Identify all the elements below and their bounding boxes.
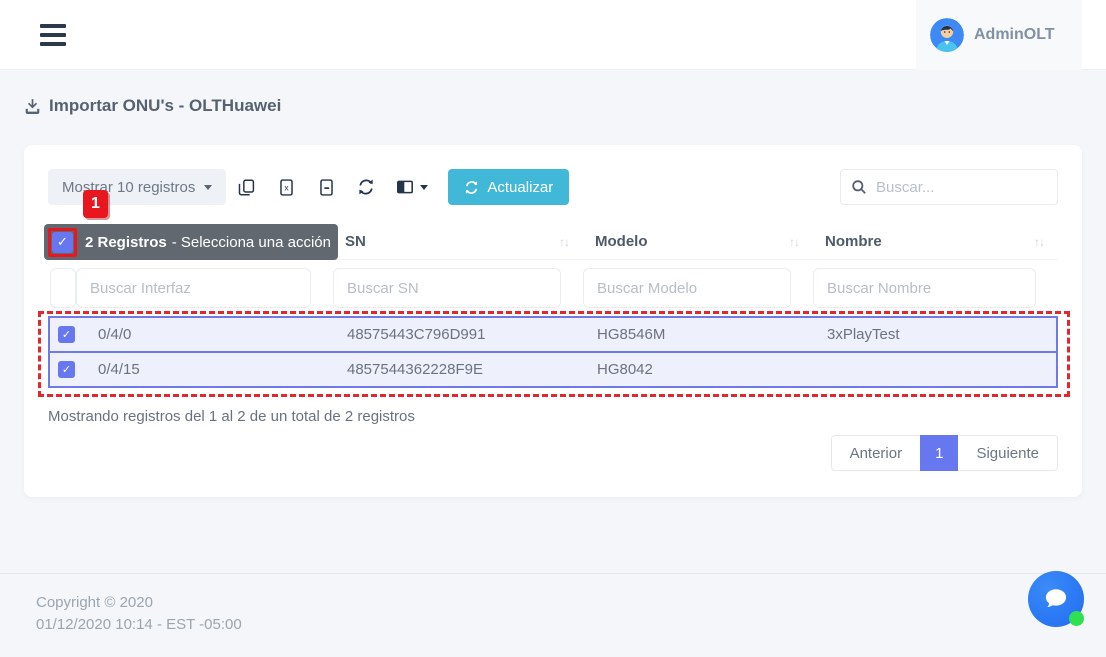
row-checkbox[interactable]: ✓ xyxy=(58,361,75,378)
global-search-input[interactable] xyxy=(876,179,1047,196)
cell-nombre: 3xPlayTest xyxy=(815,326,1060,343)
bulk-action-dropdown[interactable]: ✓ 2 Registros - Selecciona una acción xyxy=(44,224,338,260)
page-title: Importar ONU's - OLTHuawei xyxy=(49,96,281,116)
footer-copyright: Copyright © 2020 xyxy=(36,592,1106,614)
checkbox-column-filter xyxy=(50,268,76,308)
filter-modelo-input[interactable] xyxy=(583,268,791,308)
column-header-label: Nombre xyxy=(825,233,882,250)
avatar xyxy=(930,18,964,52)
show-entries-dropdown[interactable]: Mostrar 10 registros xyxy=(48,169,226,205)
online-status-dot xyxy=(1069,611,1084,626)
cell-interfaz: 0/4/0 xyxy=(78,326,335,343)
chevron-down-icon xyxy=(420,185,428,190)
annotation-step-badge: 1 xyxy=(83,190,108,218)
refresh-icon xyxy=(464,180,479,195)
excel-export-icon[interactable]: x xyxy=(266,169,306,205)
footer: Copyright © 2020 01/12/2020 10:14 - EST … xyxy=(0,573,1106,636)
sort-icon[interactable]: ↑↓ xyxy=(1034,235,1044,249)
search-icon xyxy=(851,179,867,195)
actualizar-button[interactable]: Actualizar xyxy=(448,169,569,205)
pagination-previous-button[interactable]: Anterior xyxy=(831,435,921,471)
chevron-down-icon xyxy=(204,185,212,190)
cell-interfaz: 0/4/15 xyxy=(78,361,335,378)
select-all-checkbox[interactable]: ✓ xyxy=(52,232,73,253)
selected-count-label: 2 Registros xyxy=(85,234,167,251)
toolbar-left-group: Mostrar 10 registros x xyxy=(48,169,569,205)
chat-widget-button[interactable] xyxy=(1028,571,1084,627)
filter-nombre-input[interactable] xyxy=(813,268,1036,308)
row-checkbox[interactable]: ✓ xyxy=(58,326,75,343)
refresh-icon[interactable] xyxy=(346,169,386,205)
top-bar: AdminOLT xyxy=(0,0,1106,70)
sort-icon[interactable]: ↑↓ xyxy=(559,235,569,249)
filter-interfaz-input[interactable] xyxy=(76,268,311,308)
cell-modelo: HG8546M xyxy=(585,326,815,343)
chat-bubble-icon xyxy=(1041,584,1071,614)
table-row[interactable]: ✓ 0/4/0 48575443C796D991 HG8546M 3xPlayT… xyxy=(48,316,1058,353)
import-download-icon xyxy=(24,98,41,115)
cell-modelo: HG8042 xyxy=(585,361,815,378)
filter-sn-input[interactable] xyxy=(333,268,561,308)
column-header-sn[interactable]: SN ↑↓ xyxy=(333,233,583,250)
onu-table: SN ↑↓ Modelo ↑↓ Nombre ↑↓ ✓ 2 Registros … xyxy=(48,224,1058,388)
table-row[interactable]: ✓ 0/4/15 4857544362228F9E HG8042 xyxy=(48,351,1058,388)
actualizar-label: Actualizar xyxy=(487,179,553,196)
import-onus-card: Mostrar 10 registros x xyxy=(24,145,1082,497)
svg-text:x: x xyxy=(284,182,289,192)
sort-icon[interactable]: ↑↓ xyxy=(789,235,799,249)
global-search-box xyxy=(840,169,1058,205)
table-filter-row xyxy=(48,268,1058,308)
copy-icon[interactable] xyxy=(226,169,266,205)
page-title-row: Importar ONU's - OLTHuawei xyxy=(24,96,281,116)
file-export-icon[interactable] xyxy=(306,169,346,205)
pagination-next-button[interactable]: Siguiente xyxy=(958,435,1058,471)
table-body: ✓ 0/4/0 48575443C796D991 HG8546M 3xPlayT… xyxy=(48,316,1058,388)
column-header-label: SN xyxy=(345,233,366,250)
table-toolbar: Mostrar 10 registros x xyxy=(48,169,1058,205)
cell-sn: 48575443C796D991 xyxy=(335,326,585,343)
show-entries-label: Mostrar 10 registros xyxy=(62,179,195,196)
sidebar-toggle-hamburger-icon[interactable] xyxy=(40,24,68,46)
pagination-page-1-button[interactable]: 1 xyxy=(920,435,958,471)
footer-datetime: 01/12/2020 10:14 - EST -05:00 xyxy=(36,614,1106,636)
table-summary: Mostrando registros del 1 al 2 de un tot… xyxy=(48,408,1058,425)
column-header-nombre[interactable]: Nombre ↑↓ xyxy=(813,233,1058,250)
annotation-red-outline: ✓ xyxy=(48,228,77,257)
select-action-label: - Selecciona una acción xyxy=(172,234,331,251)
user-name: AdminOLT xyxy=(974,26,1055,44)
column-visibility-icon[interactable] xyxy=(386,169,438,205)
column-header-label: Modelo xyxy=(595,233,648,250)
table-header-row: SN ↑↓ Modelo ↑↓ Nombre ↑↓ ✓ 2 Registros … xyxy=(48,224,1058,260)
pagination: Anterior 1 Siguiente xyxy=(831,435,1058,471)
column-header-modelo[interactable]: Modelo ↑↓ xyxy=(583,233,813,250)
chevron-down-icon xyxy=(340,240,348,245)
cell-sn: 4857544362228F9E xyxy=(335,361,585,378)
user-menu[interactable]: AdminOLT xyxy=(916,0,1082,70)
